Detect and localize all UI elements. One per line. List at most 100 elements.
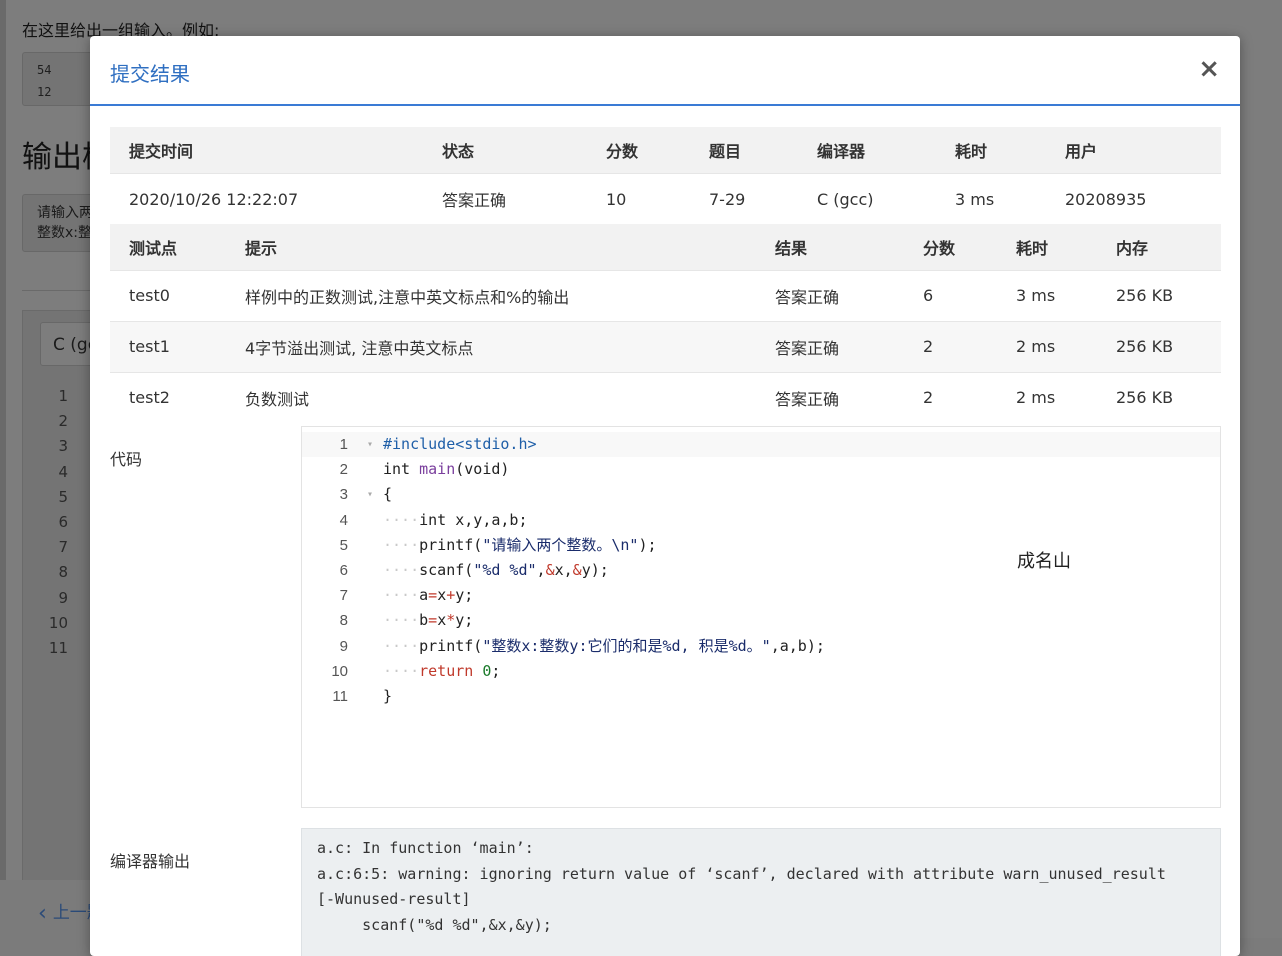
compiler-output-box: a.c: In function ‘main’: a.c:6:5: warnin… — [301, 828, 1221, 956]
line-number: 3 — [339, 486, 348, 504]
test-time: 3 ms — [997, 269, 1097, 321]
line-number: 1 — [58, 387, 68, 405]
code-viewer[interactable]: 1 ▾ #include<stdio.h> 2 int main(void) 3 ▾ {4 ··… — [301, 426, 1221, 808]
line-number: 11 — [48, 639, 68, 658]
test-memory: 256 KB — [1097, 320, 1221, 372]
test-id: test0 — [110, 269, 226, 321]
code-line: 10 ····return 0; — [302, 659, 1220, 684]
test-id: test1 — [110, 320, 226, 372]
submission-summary-table: 提交时间 状态 分数 题目 编译器 耗时 用户 2020/10/26 12:22… — [110, 127, 1221, 225]
test-time: 2 ms — [997, 371, 1097, 423]
code-text: ····return 0; — [383, 661, 501, 680]
column-header: 编译器 — [798, 127, 936, 173]
test-hint: 负数测试 — [226, 371, 756, 423]
line-number: 2 — [58, 412, 68, 431]
column-header: 提交时间 — [110, 127, 423, 173]
line-number: 5 — [339, 536, 348, 554]
line-number: 4 — [58, 462, 68, 481]
test-result: 答案正确 — [756, 320, 904, 372]
line-number: 3 — [58, 437, 68, 456]
watermark-text: 成名山 — [1017, 551, 1071, 572]
code-line: 9 ····printf("整数x:整数y:它们的和是%d, 积是%d。",a,b… — [302, 634, 1220, 659]
submit-time: 2020/10/26 12:22:07 — [110, 172, 423, 225]
column-header: 题目 — [690, 127, 798, 173]
code-text: { — [383, 485, 393, 504]
submission-result-modal: 提交结果 × 提交时间 状态 分数 题目 编译器 耗时 用户 2020/10/2… — [90, 36, 1240, 956]
code-text: ····scanf("%d %d",&x,&y); — [383, 560, 609, 579]
code-line: 5 ····printf("请输入两个整数。\n"); — [302, 533, 1220, 558]
test-score: 6 — [904, 269, 997, 321]
code-text: ····printf("请输入两个整数。\n"); — [383, 535, 657, 554]
column-header: 分数 — [904, 224, 997, 270]
code-text: ····b=x*y; — [383, 611, 474, 630]
code-label: 代码 — [110, 450, 143, 469]
table-header-row: 提交时间 状态 分数 题目 编译器 耗时 用户 — [110, 127, 1221, 173]
column-header: 提示 — [226, 224, 756, 270]
code-line: 8 ····b=x*y; — [302, 608, 1220, 633]
problem-link[interactable]: 7-29 — [690, 172, 798, 225]
code-line: 1 ▾ #include<stdio.h> — [302, 432, 1220, 458]
test-hint: 4字节溢出测试, 注意中英文标点 — [226, 320, 756, 372]
column-header: 耗时 — [997, 224, 1097, 270]
test-memory: 256 KB — [1097, 269, 1221, 321]
code-line: 2 int main(void) — [302, 457, 1220, 482]
line-number: 6 — [339, 561, 348, 579]
code-text: ····a=x+y; — [383, 586, 474, 605]
code-text: ····int x,y,a,b; — [383, 510, 528, 529]
column-header: 结果 — [756, 224, 904, 270]
code-text: } — [383, 686, 393, 705]
code-line: 4 ····int x,y,a,b; — [302, 508, 1220, 533]
code-lines: 1 ▾ #include<stdio.h> 2 int main(void) 3 ▾ {4 ··… — [302, 432, 1220, 709]
line-number: 1 — [339, 436, 348, 453]
line-number: 10 — [48, 613, 68, 632]
compiler-output-label: 编译器输出 — [110, 852, 191, 871]
editor-line-numbers: 1 2 3 4 5 6 7 8 9 10 11 — [22, 384, 68, 661]
table-row: 2020/10/26 12:22:07 答案正确 10 7-29 C (gcc)… — [110, 172, 1221, 225]
table-row: test2 负数测试 答案正确 2 2 ms 256 KB — [110, 371, 1221, 423]
test-score: 2 — [904, 320, 997, 372]
test-score: 2 — [904, 371, 997, 423]
column-header: 用户 — [1046, 127, 1221, 173]
sidebar-edge — [0, 0, 6, 938]
compiler-output-line: a.c: In function ‘main’: — [317, 839, 534, 857]
test-memory: 256 KB — [1097, 371, 1221, 423]
sample-line: 12 — [37, 85, 52, 99]
line-number: 2 — [339, 461, 348, 479]
modal-title: 提交结果 — [110, 62, 190, 86]
table-row: test1 4字节溢出测试, 注意中英文标点 答案正确 2 2 ms 256 K… — [110, 320, 1221, 372]
sample-line: 54 — [37, 63, 52, 77]
line-number: 8 — [339, 612, 348, 630]
duration: 3 ms — [936, 172, 1046, 225]
code-line: 11} — [302, 684, 1220, 709]
fold-arrow-icon[interactable]: ▾ — [367, 432, 373, 457]
close-icon[interactable]: × — [1198, 56, 1220, 82]
test-time: 2 ms — [997, 320, 1097, 372]
fold-arrow-icon[interactable]: ▾ — [367, 482, 373, 507]
status-badge: 答案正确 — [423, 172, 587, 225]
code-line: 7 ····a=x+y; — [302, 583, 1220, 608]
column-header: 耗时 — [936, 127, 1046, 173]
code-text: int main(void) — [383, 460, 510, 479]
table-header-row: 测试点 提示 结果 分数 耗时 内存 — [110, 224, 1221, 270]
line-number: 8 — [58, 563, 68, 582]
output-line: 整数x:整数y:它们的和是66, 积是648。 — [37, 225, 101, 241]
compiler: C (gcc) — [798, 172, 936, 225]
modal-header: 提交结果 × — [90, 36, 1240, 106]
test-cases-table: 测试点 提示 结果 分数 耗时 内存 test0 样例中的正数测试,注意中英文标… — [110, 224, 1221, 423]
code-line: 6 ····scanf("%d %d",&x,&y); — [302, 558, 1220, 583]
line-number: 7 — [58, 538, 68, 557]
code-text: #include<stdio.h> — [383, 435, 537, 453]
line-number: 5 — [58, 487, 68, 506]
test-hint: 样例中的正数测试,注意中英文标点和%的输出 — [226, 269, 756, 321]
line-number: 10 — [331, 662, 348, 680]
test-id: test2 — [110, 371, 226, 423]
code-text: ····printf("整数x:整数y:它们的和是%d, 积是%d。",a,b)… — [383, 636, 825, 655]
output-line: 请输入两个整数。 — [37, 205, 101, 221]
line-number: 9 — [339, 637, 348, 655]
column-header: 分数 — [587, 127, 690, 173]
column-header: 内存 — [1097, 224, 1221, 270]
score: 10 — [587, 172, 690, 225]
line-number: 11 — [332, 687, 348, 705]
line-number: 9 — [58, 588, 68, 607]
user-id: 20208935 — [1046, 172, 1221, 225]
